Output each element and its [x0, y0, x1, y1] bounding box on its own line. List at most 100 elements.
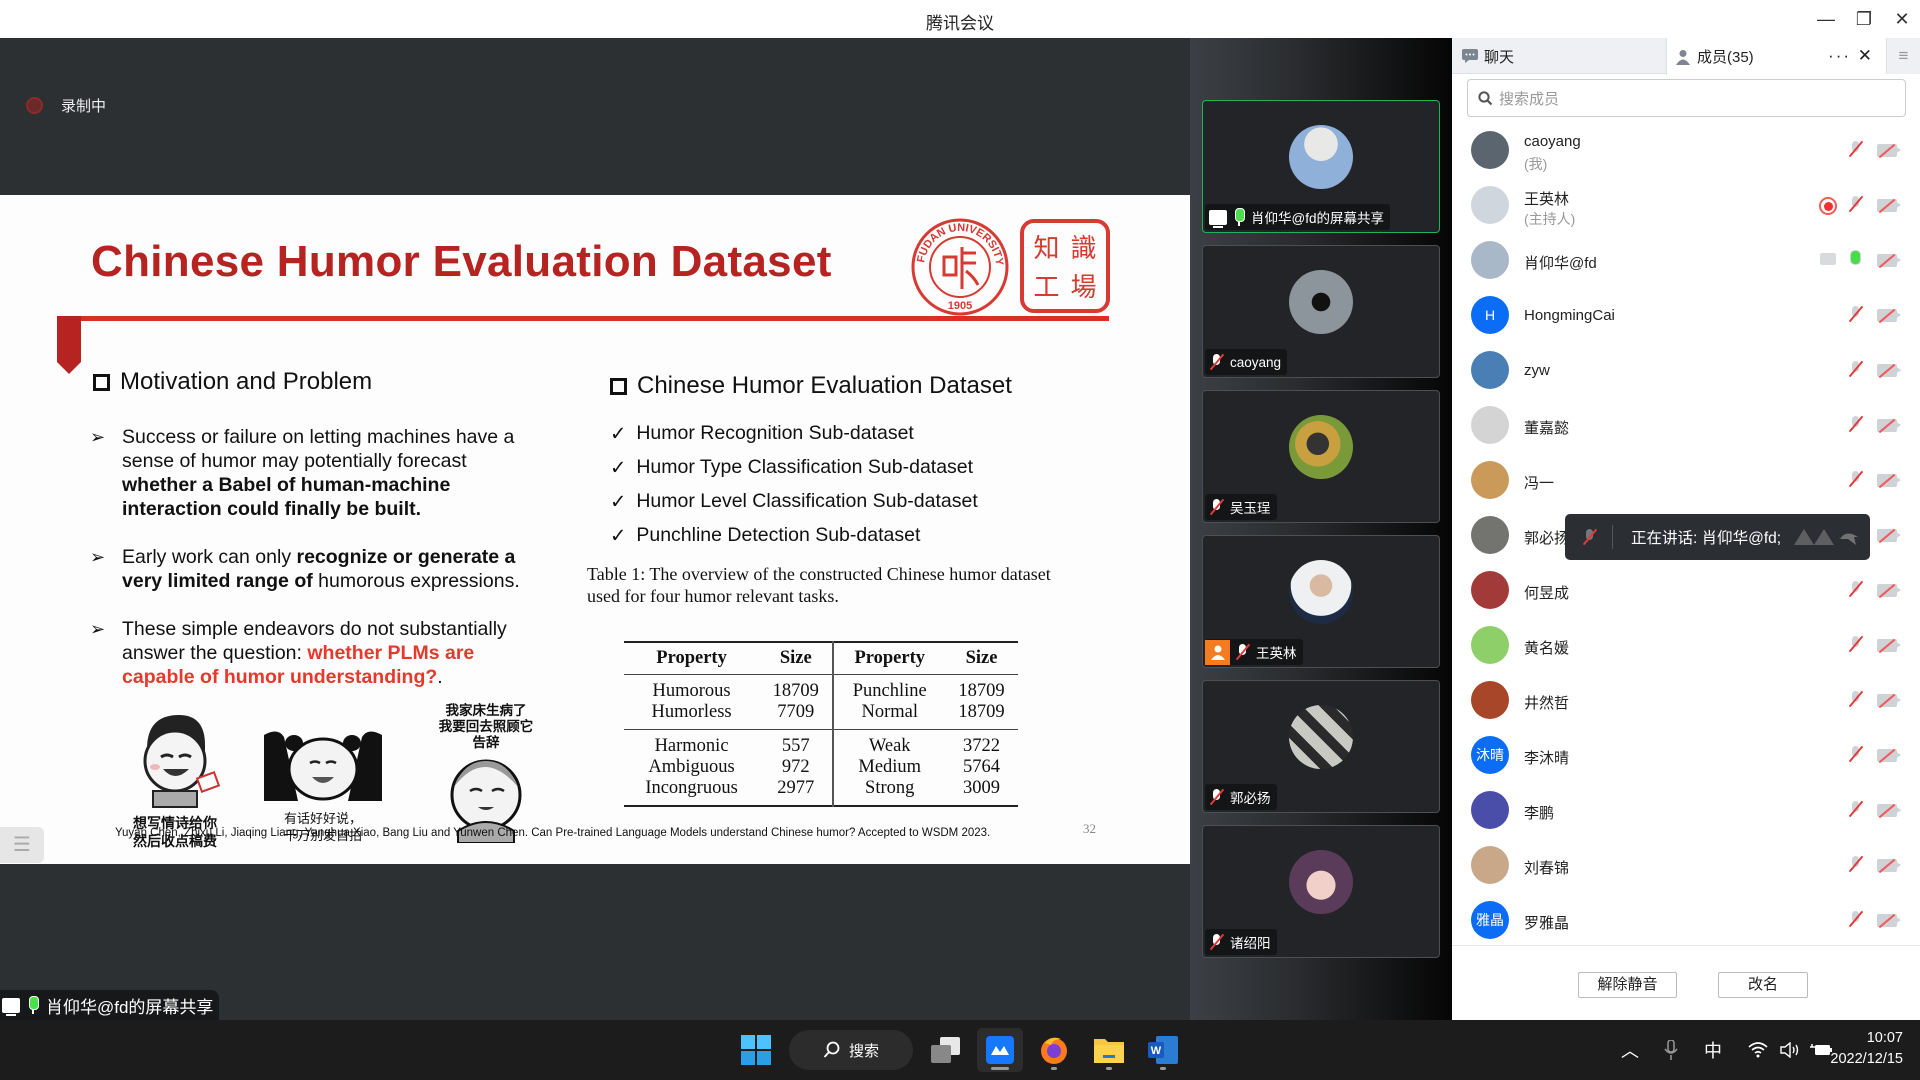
minimize-button[interactable]: — [1808, 6, 1844, 32]
bullet-text: Early work can only [122, 546, 297, 568]
mic-muted-icon[interactable] [1848, 360, 1864, 378]
panel-menu-button[interactable]: ≡ [1886, 38, 1920, 74]
mic-muted-icon[interactable] [1848, 690, 1864, 708]
zhishi-gongchang-logo: 知 識 工 場 [1020, 219, 1110, 313]
member-name: 李鹏 [1524, 805, 1555, 822]
arrow-bullet-icon: ➢ [90, 619, 106, 639]
taskbar-app-file-explorer[interactable] [1086, 1028, 1132, 1072]
camera-off-icon[interactable] [1877, 474, 1897, 487]
table-row: Humorless 7709 Normal 18709 [624, 702, 1018, 730]
video-tile[interactable]: caoyang [1202, 245, 1440, 378]
camera-off-icon[interactable] [1877, 804, 1897, 817]
member-row[interactable]: 李鹏 [1452, 785, 1920, 840]
search-icon [823, 1041, 840, 1058]
shared-screen-area: 录制中 Chinese Humor Evaluation Dataset FUD… [0, 38, 1190, 1020]
tile-name: 王英林 [1256, 646, 1297, 661]
video-tile[interactable]: 吴玉珵 [1202, 390, 1440, 523]
mic-muted-icon[interactable] [1848, 635, 1864, 653]
member-row[interactable]: 沐晴 李沐晴 [1452, 730, 1920, 785]
member-name: 李沐晴 [1524, 750, 1570, 767]
tab-members[interactable]: 成员(35) [1666, 38, 1916, 75]
mic-muted-icon[interactable] [1848, 855, 1864, 873]
member-row[interactable]: 何昱成 [1452, 565, 1920, 620]
camera-off-icon[interactable] [1877, 309, 1897, 322]
task-view-icon [931, 1037, 960, 1063]
camera-off-icon[interactable] [1877, 254, 1897, 267]
member-name: 罗雅晶 [1524, 915, 1570, 932]
mic-muted-icon[interactable] [1848, 140, 1864, 158]
bullet-item: ➢ Success or failure on letting machines… [90, 425, 540, 521]
member-row[interactable]: 黄名媛 [1452, 620, 1920, 675]
system-clock[interactable]: 10:07 2022/12/15 [1830, 1028, 1903, 1070]
volume-icon[interactable] [1780, 1042, 1800, 1058]
video-tile[interactable]: 诸绍阳 [1202, 825, 1440, 958]
video-tile[interactable]: 郭必扬 [1202, 680, 1440, 813]
camera-off-icon[interactable] [1877, 914, 1897, 927]
camera-off-icon[interactable] [1877, 419, 1897, 432]
taskbar-app-word[interactable]: W [1140, 1028, 1186, 1072]
start-button[interactable] [733, 1028, 779, 1072]
taskbar-search-button[interactable]: 搜索 [789, 1030, 913, 1070]
close-panel-button[interactable]: ✕ [1858, 46, 1874, 65]
taskbar-app-firefox[interactable] [1031, 1028, 1077, 1072]
video-tile[interactable]: 肖仰华@fd的屏幕共享 [1202, 100, 1440, 233]
mic-muted-icon[interactable] [1848, 910, 1864, 928]
microphone-icon[interactable] [1664, 1040, 1678, 1060]
slide-outline-button[interactable]: ☰ [0, 827, 44, 863]
system-tray: ︿ 中 [1610, 1020, 1832, 1080]
camera-off-icon[interactable] [1877, 859, 1897, 872]
member-row[interactable]: 董嘉懿 [1452, 400, 1920, 455]
camera-off-icon[interactable] [1877, 694, 1897, 707]
show-hidden-icons-button[interactable]: ︿ [1610, 1037, 1650, 1063]
mic-muted-icon[interactable] [1848, 800, 1864, 818]
tile-label: 吴玉珵 [1205, 494, 1277, 520]
ime-indicator[interactable]: 中 [1704, 1037, 1722, 1063]
member-row[interactable]: 冯一 [1452, 455, 1920, 510]
tile-label: 肖仰华@fd的屏幕共享 [1205, 204, 1390, 230]
rename-button[interactable]: 改名 [1718, 972, 1808, 998]
camera-off-icon[interactable] [1877, 144, 1897, 157]
mic-muted-icon[interactable] [1848, 580, 1864, 598]
table-header: Size [945, 642, 1018, 675]
tile-name: 郭必扬 [1230, 791, 1271, 806]
camera-off-icon[interactable] [1877, 364, 1897, 377]
member-row[interactable]: caoyang (我) [1452, 125, 1920, 180]
task-view-button[interactable] [923, 1028, 969, 1072]
camera-off-icon[interactable] [1877, 584, 1897, 597]
battery-charging-icon[interactable] [1810, 1042, 1832, 1058]
wifi-icon[interactable] [1748, 1042, 1768, 1058]
member-row[interactable]: 井然哲 [1452, 675, 1920, 730]
video-tile[interactable]: 王英林 [1202, 535, 1440, 668]
mic-muted-icon[interactable] [1848, 305, 1864, 323]
restore-button[interactable]: ❐ [1846, 6, 1882, 32]
close-button[interactable]: ✕ [1884, 6, 1920, 32]
recording-indicator[interactable]: 录制中 [26, 95, 106, 116]
member-row[interactable]: 刘春锦 [1452, 840, 1920, 895]
member-row[interactable]: 王英林 (主持人) [1452, 180, 1920, 235]
unmute-all-button[interactable]: 解除静音 [1578, 972, 1677, 998]
mic-on-icon[interactable] [1850, 250, 1861, 265]
mic-muted-icon[interactable] [1848, 470, 1864, 488]
member-row[interactable]: H HongmingCai [1452, 290, 1920, 345]
mic-muted-icon[interactable] [1848, 415, 1864, 433]
recording-icon [26, 97, 43, 114]
table-caption: Table 1: The overview of the constructed… [587, 564, 1051, 606]
camera-off-icon[interactable] [1877, 199, 1897, 212]
camera-off-icon[interactable] [1877, 639, 1897, 652]
member-row[interactable]: 肖仰华@fd [1452, 235, 1920, 290]
taskbar-app-tencent-meeting[interactable] [977, 1028, 1023, 1072]
dataset-table: Property Size Property Size Humorous 187… [624, 641, 1018, 807]
member-row[interactable]: zyw [1452, 345, 1920, 400]
camera-off-icon[interactable] [1877, 529, 1897, 542]
member-row[interactable]: 雅晶 罗雅晶 [1452, 895, 1920, 945]
tab-chat[interactable]: 聊天 [1458, 38, 1670, 74]
mic-muted-icon[interactable] [1848, 745, 1864, 763]
tencent-meeting-icon [986, 1036, 1014, 1064]
more-options-button[interactable]: ··· [1828, 46, 1851, 65]
mic-muted-icon[interactable] [1582, 528, 1598, 546]
mic-muted-icon[interactable] [1848, 195, 1864, 213]
member-search-input[interactable]: 搜索成员 [1467, 79, 1906, 117]
member-avatar [1471, 681, 1509, 719]
camera-off-icon[interactable] [1877, 749, 1897, 762]
member-name: 董嘉懿 [1524, 420, 1570, 437]
